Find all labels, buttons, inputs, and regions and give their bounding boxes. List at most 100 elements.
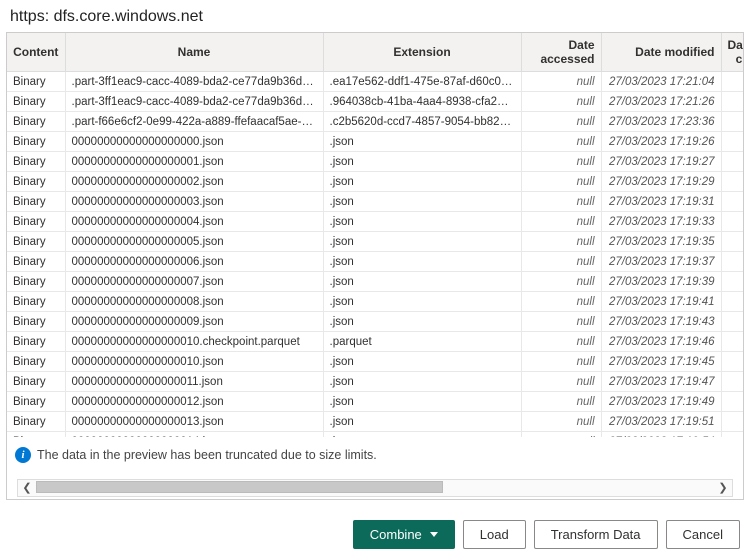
table-row[interactable]: Binary00000000000000000003.json.jsonnull… [7,192,743,212]
table-row[interactable]: Binary00000000000000000000.json.jsonnull… [7,132,743,152]
cell-extension: .json [323,252,521,272]
cell-date-accessed: null [521,212,601,232]
table-row[interactable]: Binary.part-f66e6cf2-0e99-422a-a889-ffef… [7,112,743,132]
scroll-thumb[interactable] [36,481,443,493]
load-button[interactable]: Load [463,520,526,549]
table-row[interactable]: Binary00000000000000000004.json.jsonnull… [7,212,743,232]
cell-content: Binary [7,212,65,232]
cell-name: 00000000000000000003.json [65,192,323,212]
preview-table: Content Name Extension Date accessed Dat… [7,33,743,437]
cell-date-created [721,112,743,132]
cell-name: 00000000000000000012.json [65,392,323,412]
table-row[interactable]: Binary.part-3ff1eac9-cacc-4089-bda2-ce77… [7,72,743,92]
cell-name: .part-3ff1eac9-cacc-4089-bda2-ce77da9b36… [65,72,323,92]
cell-content: Binary [7,72,65,92]
cell-name: 00000000000000000008.json [65,292,323,312]
cell-content: Binary [7,192,65,212]
cell-extension: .json [323,192,521,212]
cell-date-created [721,292,743,312]
table-row[interactable]: Binary00000000000000000006.json.jsonnull… [7,252,743,272]
table-row[interactable]: Binary00000000000000000010.checkpoint.pa… [7,332,743,352]
table-row[interactable]: Binary00000000000000000009.json.jsonnull… [7,312,743,332]
cell-name: 00000000000000000010.json [65,352,323,372]
cell-date-accessed: null [521,372,601,392]
table-row[interactable]: Binary00000000000000000001.json.jsonnull… [7,152,743,172]
cell-content: Binary [7,232,65,252]
cell-date-modified: 27/03/2023 17:23:36 [601,112,721,132]
col-header-date-created[interactable]: Date c [721,33,743,72]
cell-extension: .c2b5620d-ccd7-4857-9054-bb826d79604b [323,112,521,132]
cell-date-accessed: null [521,292,601,312]
col-header-name[interactable]: Name [65,33,323,72]
cell-extension: .json [323,132,521,152]
table-row[interactable]: Binary00000000000000000005.json.jsonnull… [7,232,743,252]
table-row[interactable]: Binary00000000000000000008.json.jsonnull… [7,292,743,312]
cell-date-modified: 27/03/2023 17:19:47 [601,372,721,392]
action-buttons: Combine Load Transform Data Cancel [353,520,740,549]
cell-extension: .964038cb-41ba-4aa4-8938-cfa21930555b [323,92,521,112]
cell-date-modified: 27/03/2023 17:19:46 [601,332,721,352]
cell-date-modified: 27/03/2023 17:19:39 [601,272,721,292]
cell-date-modified: 27/03/2023 17:19:29 [601,172,721,192]
cell-date-created [721,132,743,152]
cell-content: Binary [7,332,65,352]
cell-name: 00000000000000000001.json [65,152,323,172]
cell-date-created [721,332,743,352]
cell-date-modified: 27/03/2023 17:19:35 [601,232,721,252]
col-header-date-modified[interactable]: Date modified [601,33,721,72]
cell-extension: .json [323,172,521,192]
cell-date-accessed: null [521,92,601,112]
cancel-button[interactable]: Cancel [666,520,740,549]
scroll-track[interactable] [36,480,714,496]
table-row[interactable]: Binary00000000000000000013.json.jsonnull… [7,412,743,432]
col-header-date-accessed[interactable]: Date accessed [521,33,601,72]
cell-date-modified: 27/03/2023 17:19:54 [601,432,721,438]
table-row[interactable]: Binary00000000000000000012.json.jsonnull… [7,392,743,412]
cell-date-modified: 27/03/2023 17:19:37 [601,252,721,272]
cell-extension: .parquet [323,332,521,352]
source-url: https: dfs.core.windows.net [0,0,750,32]
col-header-extension[interactable]: Extension [323,33,521,72]
truncation-notice: i The data in the preview has been trunc… [7,437,743,473]
cell-extension: .json [323,352,521,372]
cell-date-created [721,272,743,292]
table-row[interactable]: Binary00000000000000000007.json.jsonnull… [7,272,743,292]
combine-label: Combine [370,527,422,542]
cell-date-accessed: null [521,312,601,332]
combine-button[interactable]: Combine [353,520,455,549]
horizontal-scrollbar[interactable]: ❮ ❯ [17,479,733,497]
cell-date-accessed: null [521,352,601,372]
cell-extension: .ea17e562-ddf1-475e-87af-d60c0ebc64e4 [323,72,521,92]
cell-date-created [721,152,743,172]
cell-content: Binary [7,152,65,172]
cell-date-created [721,392,743,412]
table-row[interactable]: Binary.part-3ff1eac9-cacc-4089-bda2-ce77… [7,92,743,112]
chevron-down-icon [430,532,438,537]
transform-data-button[interactable]: Transform Data [534,520,658,549]
cell-date-accessed: null [521,172,601,192]
cell-date-modified: 27/03/2023 17:19:45 [601,352,721,372]
table-row[interactable]: Binary00000000000000000011.json.jsonnull… [7,372,743,392]
cell-extension: .json [323,432,521,438]
cell-content: Binary [7,372,65,392]
cell-date-modified: 27/03/2023 17:19:33 [601,212,721,232]
cell-content: Binary [7,92,65,112]
cell-date-created [721,192,743,212]
preview-table-container: Content Name Extension Date accessed Dat… [6,32,744,500]
cell-date-created [721,432,743,438]
scroll-left-arrow[interactable]: ❮ [18,480,36,496]
cell-name: .part-f66e6cf2-0e99-422a-a889-ffefaacaf5… [65,112,323,132]
cell-content: Binary [7,352,65,372]
cell-content: Binary [7,312,65,332]
table-row[interactable]: Binary00000000000000000002.json.jsonnull… [7,172,743,192]
cell-name: 00000000000000000007.json [65,272,323,292]
scroll-right-arrow[interactable]: ❯ [714,480,732,496]
cell-date-created [721,312,743,332]
table-row[interactable]: Binary00000000000000000010.json.jsonnull… [7,352,743,372]
cell-date-accessed: null [521,112,601,132]
cell-name: 00000000000000000005.json [65,232,323,252]
cell-date-modified: 27/03/2023 17:19:49 [601,392,721,412]
col-header-content[interactable]: Content [7,33,65,72]
table-row[interactable]: Binary00000000000000000014.json.jsonnull… [7,432,743,438]
cell-date-modified: 27/03/2023 17:19:31 [601,192,721,212]
